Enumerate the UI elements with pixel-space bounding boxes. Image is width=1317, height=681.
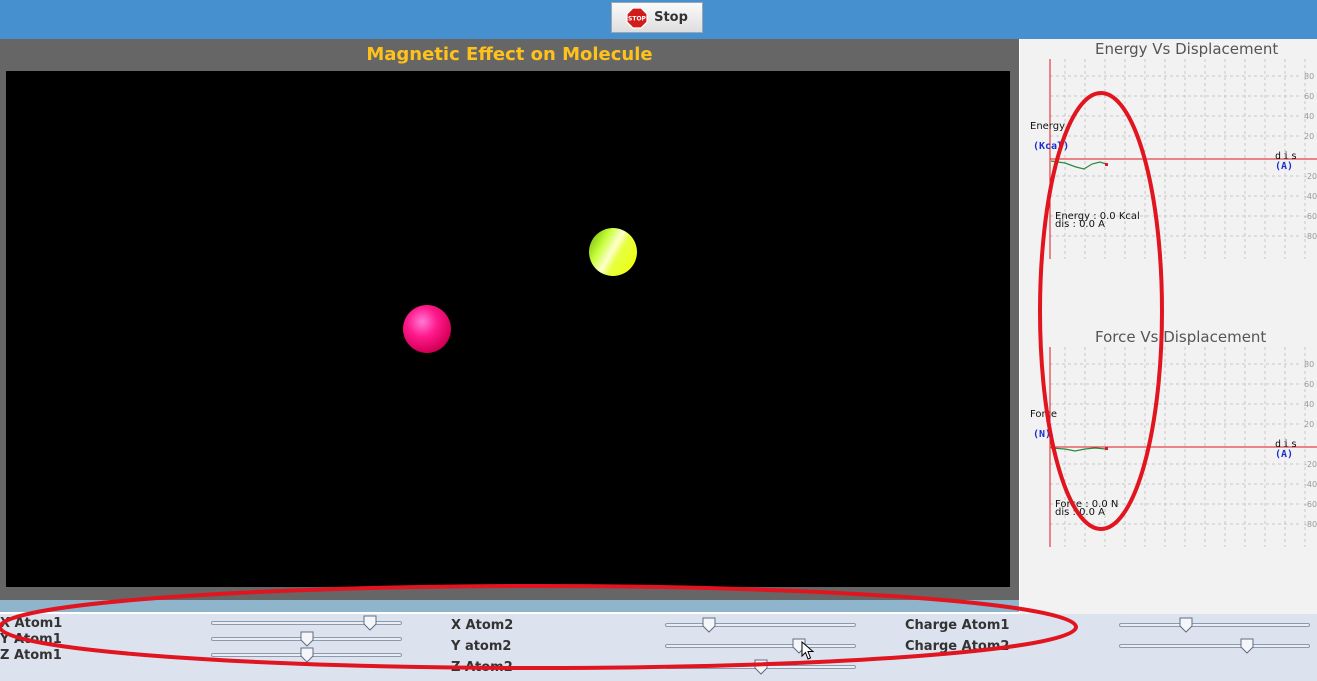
force-tick-label: -40: [1304, 480, 1317, 489]
simulation-title: Magnetic Effect on Molecule: [366, 44, 653, 65]
z-atom2-slider[interactable]: [665, 659, 856, 675]
x-atom2-slider[interactable]: [665, 617, 856, 633]
energy-tick-label: 80: [1304, 72, 1314, 81]
energy-x-unit: (A): [1275, 161, 1293, 172]
force-tick-label: -80: [1304, 520, 1317, 529]
energy-tick-label: -60: [1304, 212, 1317, 221]
atom1-sphere[interactable]: [403, 305, 451, 353]
y-atom1-label: Y Atom1: [0, 632, 62, 647]
energy-tick-label: 60: [1304, 92, 1314, 101]
atom2-sphere[interactable]: [589, 228, 637, 276]
energy-y-label: Energy: [1030, 121, 1065, 132]
charge-atom1-label: Charge Atom1: [905, 618, 1010, 633]
slider-thumb[interactable]: [1179, 617, 1193, 633]
force-tick-label: -20: [1304, 460, 1317, 469]
y-atom1-slider[interactable]: [211, 631, 402, 647]
energy-graph: 80604020-20-40-60-80 Energy (Kcal) dis (…: [1030, 59, 1317, 259]
force-tick-label: 60: [1304, 380, 1314, 389]
force-y-label: Force: [1030, 409, 1057, 420]
y-atom2-slider[interactable]: [665, 638, 856, 654]
slider-thumb[interactable]: [702, 617, 716, 633]
z-atom2-label: Z Atom2: [451, 660, 513, 675]
slider-thumb[interactable]: [754, 659, 768, 675]
y-atom2-label: Y atom2: [451, 639, 512, 654]
x-atom2-label: X Atom2: [451, 618, 514, 633]
panel-divider: [0, 600, 1019, 612]
energy-tick-label: -80: [1304, 232, 1317, 241]
force-tick-label: 80: [1304, 360, 1314, 369]
force-x-unit: (A): [1275, 449, 1293, 460]
z-atom1-slider[interactable]: [211, 647, 402, 663]
stop-sign-text: STOP: [628, 15, 647, 22]
x-atom1-slider[interactable]: [211, 615, 402, 631]
force-graph: 80604020-20-40-60-80 Force (N) dis (A) F…: [1030, 347, 1317, 547]
force-readout-dis: dis : 0.0 A: [1055, 507, 1105, 518]
simulation-canvas[interactable]: [6, 71, 1010, 587]
force-tick-label: 40: [1304, 400, 1314, 409]
slider-thumb[interactable]: [300, 647, 314, 663]
energy-tick-label: 20: [1304, 132, 1314, 141]
controls-panel: X Atom1 Y Atom1 Z Atom1 X Atom2 Y atom2 …: [0, 614, 1317, 681]
force-y-unit: (N): [1033, 429, 1051, 440]
energy-tick-label: -20: [1304, 172, 1317, 181]
charge-atom2-label: Charge Atom2: [905, 639, 1010, 654]
force-tick-label: 20: [1304, 420, 1314, 429]
energy-y-unit: (Kcal): [1033, 141, 1069, 152]
charge-atom2-slider[interactable]: [1119, 638, 1310, 654]
energy-graph-title: Energy Vs Displacement: [1095, 40, 1279, 58]
energy-tick-label: 40: [1304, 112, 1314, 121]
x-atom1-label: X Atom1: [0, 616, 63, 631]
force-graph-title: Force Vs Displacement: [1095, 328, 1267, 346]
energy-tick-label: -40: [1304, 192, 1317, 201]
slider-thumb[interactable]: [1240, 638, 1254, 654]
stop-sign-icon: STOP: [626, 6, 648, 29]
energy-readout-dis: dis : 0.0 A: [1055, 219, 1105, 230]
force-tick-label: -60: [1304, 500, 1317, 509]
charge-atom1-slider[interactable]: [1119, 617, 1310, 633]
z-atom1-label: Z Atom1: [0, 648, 62, 663]
slider-thumb[interactable]: [300, 631, 314, 647]
mouse-cursor-icon: [801, 641, 815, 660]
slider-thumb[interactable]: [363, 615, 377, 631]
stop-button-label: Stop: [654, 10, 688, 25]
stop-button[interactable]: STOP Stop: [611, 2, 703, 33]
